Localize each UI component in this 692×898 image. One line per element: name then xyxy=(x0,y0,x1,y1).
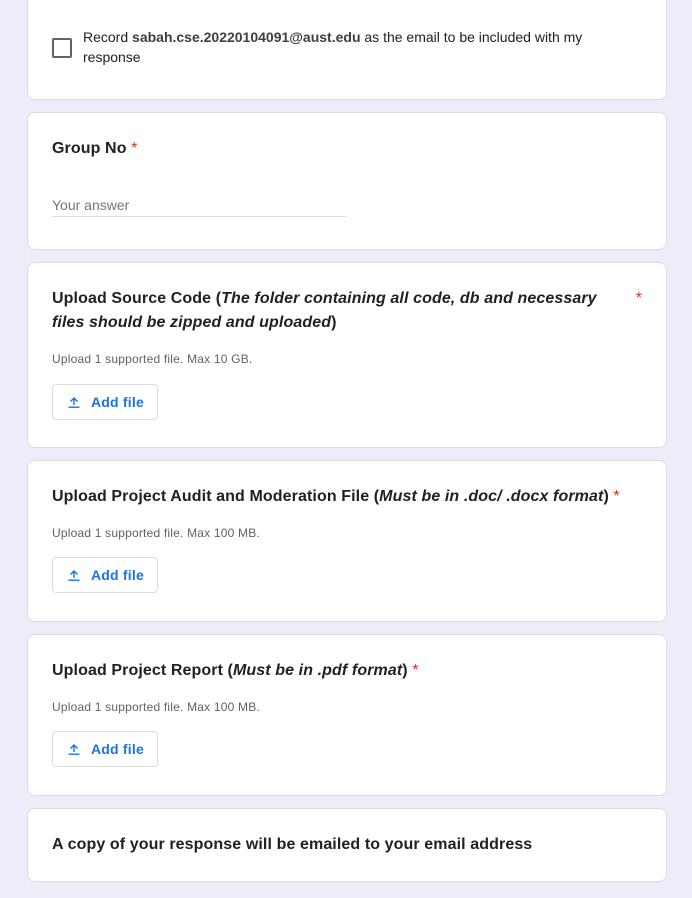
record-email-address: sabah.cse.20220104091@aust.edu xyxy=(132,29,361,45)
question-title-end: ) xyxy=(603,488,609,505)
required-asterisk: * xyxy=(412,662,419,679)
required-asterisk: * xyxy=(613,488,620,505)
question-title: Upload Project Audit and Moderation File… xyxy=(52,485,620,509)
question-title-italic: Must be in .doc/ .docx format xyxy=(379,488,604,505)
record-email-label: Record sabah.cse.20220104091@aust.edu as… xyxy=(83,27,623,67)
upload-icon xyxy=(68,744,80,755)
question-group-no: Group No * xyxy=(27,112,667,250)
add-file-button[interactable]: Add file xyxy=(52,557,158,593)
upload-icon xyxy=(68,397,80,408)
question-title-text: Upload Source Code ( xyxy=(52,290,222,307)
response-copy-notice: A copy of your response will be emailed … xyxy=(52,836,533,853)
add-file-button[interactable]: Add file xyxy=(52,731,158,767)
upload-hint: Upload 1 supported file. Max 100 MB. xyxy=(52,526,260,540)
question-title-end: ) xyxy=(331,314,337,331)
upload-hint: Upload 1 supported file. Max 100 MB. xyxy=(52,700,260,714)
required-asterisk: * xyxy=(635,290,642,307)
group-no-input[interactable] xyxy=(52,193,347,217)
question-upload-audit-file: Upload Project Audit and Moderation File… xyxy=(27,460,667,622)
question-title-text: Group No xyxy=(52,140,127,157)
response-copy-notice-card: A copy of your response will be emailed … xyxy=(27,808,667,882)
question-title-end: ) xyxy=(402,662,408,679)
question-upload-source-code: Upload Source Code (The folder containin… xyxy=(27,262,667,448)
upload-hint: Upload 1 supported file. Max 10 GB. xyxy=(52,352,253,366)
question-title: Upload Source Code (The folder containin… xyxy=(52,287,612,335)
question-title-text: Upload Project Report ( xyxy=(52,662,233,679)
record-email-prefix: Record xyxy=(83,29,133,45)
question-title-text: Upload Project Audit and Moderation File… xyxy=(52,488,380,505)
question-title: Upload Project Report (Must be in .pdf f… xyxy=(52,659,419,683)
upload-icon xyxy=(68,570,80,581)
email-record-card: Record sabah.cse.20220104091@aust.edu as… xyxy=(27,0,667,100)
question-upload-project-report: Upload Project Report (Must be in .pdf f… xyxy=(27,634,667,796)
question-title: Group No * xyxy=(52,137,137,161)
required-asterisk: * xyxy=(131,140,138,157)
add-file-label: Add file xyxy=(91,394,144,410)
record-email-checkbox[interactable] xyxy=(52,38,72,58)
add-file-button[interactable]: Add file xyxy=(52,384,158,420)
add-file-label: Add file xyxy=(91,741,144,757)
question-title-italic: Must be in .pdf format xyxy=(232,662,403,679)
add-file-label: Add file xyxy=(91,567,144,583)
